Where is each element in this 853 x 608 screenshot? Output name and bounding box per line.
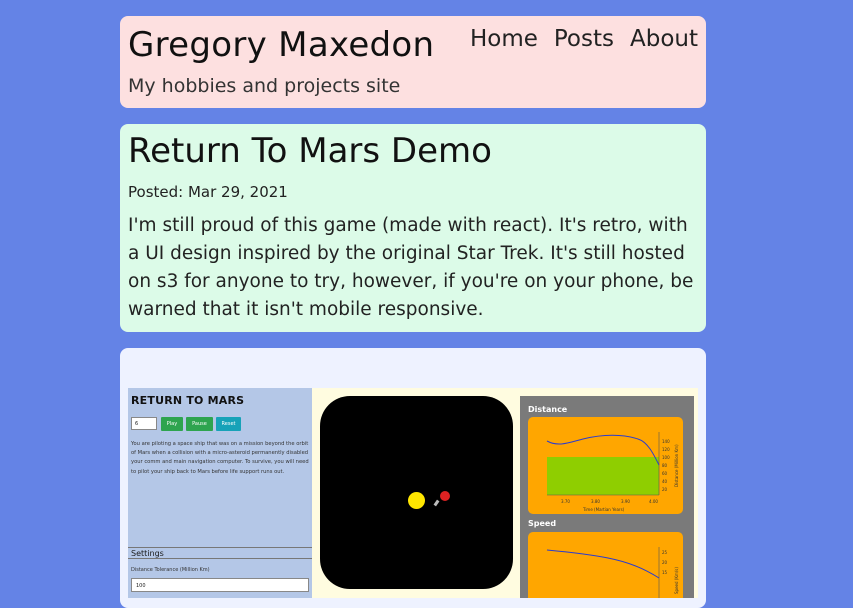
distance-xtick: 4.00 (649, 499, 658, 504)
post-body: I'm still proud of this game (made with … (128, 215, 694, 320)
main-nav: Home Posts About (470, 25, 698, 53)
distance-chart: 3.70 3.80 3.90 4.00 Time (Martian Years)… (528, 417, 683, 514)
screenshot-card: RETURN TO MARS 6 Play Pause Reset You ar… (120, 348, 706, 608)
reset-button: Reset (216, 417, 241, 431)
post-title[interactable]: Return To Mars Demo (128, 130, 492, 172)
site-header: Gregory Maxedon My hobbies and projects … (120, 16, 706, 108)
nav-home-link[interactable]: Home (470, 25, 538, 53)
distance-xtick: 3.90 (621, 499, 630, 504)
distance-chart-title: Distance (528, 405, 568, 414)
post-card: Return To Mars Demo Posted: Mar 29, 2021… (120, 124, 706, 332)
game-speed-input: 6 (131, 417, 157, 430)
speed-line (546, 549, 660, 579)
speed-chart: 25 20 15 Speed (Km/s) (528, 532, 683, 598)
game-description: You are piloting a space ship that was o… (131, 441, 309, 475)
distance-tolerance-band (547, 457, 659, 495)
distance-xtick: 3.70 (561, 499, 570, 504)
pause-button: Pause (186, 417, 213, 431)
distance-ytick: 40 (662, 479, 668, 484)
post-date: Posted: Mar 29, 2021 (128, 183, 288, 201)
ship-icon (433, 499, 440, 507)
settings-header: Settings (128, 547, 312, 559)
charts-panel: Distance 3.70 3.80 3.90 4.00 Time (Marti… (520, 396, 694, 598)
distance-ylabel: Distance (Million Km) (674, 444, 679, 487)
site-title[interactable]: Gregory Maxedon (128, 24, 434, 66)
nav-posts-link[interactable]: Posts (554, 25, 614, 53)
speed-ytick: 25 (662, 550, 668, 555)
sun-icon (408, 492, 425, 509)
distance-ytick: 60 (662, 471, 668, 476)
distance-ytick: 120 (662, 447, 670, 452)
nav-about-link[interactable]: About (630, 25, 698, 53)
speed-chart-title: Speed (528, 519, 557, 528)
distance-ytick: 140 (662, 439, 670, 444)
distance-ytick: 20 (662, 487, 668, 492)
speed-ytick: 15 (662, 570, 668, 575)
distance-ytick: 100 (662, 455, 670, 460)
distance-xtick: 3.80 (591, 499, 600, 504)
play-button: Play (161, 417, 183, 431)
speed-ytick: 20 (662, 560, 668, 565)
game-title: RETURN TO MARS (131, 394, 245, 407)
distance-xlabel: Time (Martian Years) (582, 507, 625, 512)
mars-icon (440, 491, 450, 501)
game-control-panel: RETURN TO MARS 6 Play Pause Reset You ar… (128, 388, 312, 598)
distance-ytick: 80 (662, 463, 668, 468)
tolerance-label: Distance Tolerance (Million Km) (131, 567, 210, 573)
space-view (320, 396, 513, 589)
game-screenshot[interactable]: RETURN TO MARS 6 Play Pause Reset You ar… (128, 388, 698, 598)
site-tagline: My hobbies and projects site (128, 75, 401, 97)
